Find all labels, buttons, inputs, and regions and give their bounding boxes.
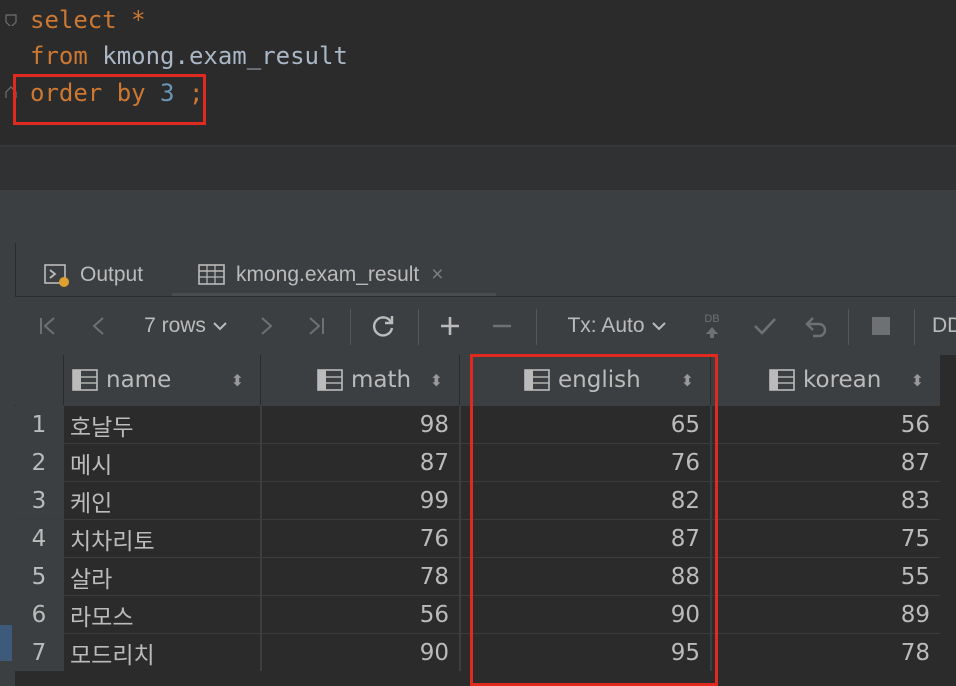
tab-exam-result[interactable]: kmong.exam_result × <box>198 255 444 295</box>
toolbar-separator <box>536 309 537 345</box>
first-page-icon[interactable] <box>34 309 62 343</box>
chevron-down-icon <box>651 322 666 331</box>
row-number[interactable]: 2 <box>15 444 63 482</box>
chevron-down-icon <box>213 322 227 331</box>
db-commit-icon[interactable]: DB <box>698 309 726 343</box>
sort-icon[interactable]: ⬍ <box>430 371 443 390</box>
row-count-dropdown[interactable]: 7 rows <box>136 309 236 343</box>
next-page-icon[interactable] <box>254 309 278 343</box>
order-by-highlight-box <box>13 74 206 125</box>
table-cell-math[interactable]: 78 <box>262 558 459 596</box>
table-cell-math[interactable]: 56 <box>262 596 459 634</box>
table-cell-math[interactable]: 98 <box>262 406 459 444</box>
status-band <box>0 147 956 190</box>
column-icon <box>72 369 98 391</box>
table-cell-korean[interactable]: 55 <box>712 558 940 596</box>
table-cell-math[interactable]: 87 <box>262 444 459 482</box>
commit-check-icon[interactable] <box>750 309 780 343</box>
fold-start-icon[interactable] <box>5 14 17 26</box>
table-cell-korean[interactable]: 87 <box>712 444 940 482</box>
sort-icon[interactable]: ⬍ <box>231 371 244 390</box>
column-header-math[interactable]: math ⬍ <box>261 355 459 405</box>
table-cell-name[interactable]: 치차리토 <box>64 520 260 558</box>
delete-row-icon[interactable] <box>488 309 516 343</box>
sort-icon[interactable]: ⬍ <box>911 371 924 390</box>
row-number-header <box>15 355 63 405</box>
tool-window-header <box>0 190 956 243</box>
stop-icon[interactable] <box>866 309 896 343</box>
toolbar-separator <box>350 309 351 345</box>
row-number[interactable]: 6 <box>15 596 63 634</box>
add-row-icon[interactable] <box>436 309 464 343</box>
table-cell-korean[interactable]: 89 <box>712 596 940 634</box>
left-gutter <box>0 243 16 686</box>
toolbar-separator <box>914 309 915 345</box>
tab-output-label: Output <box>80 263 144 286</box>
table-cell-name[interactable]: 살라 <box>64 558 260 596</box>
table-cell-korean[interactable]: 75 <box>712 520 940 558</box>
table-cell-math[interactable]: 90 <box>262 634 459 672</box>
transaction-mode-dropdown[interactable]: Tx: Auto <box>558 309 676 343</box>
table-cell-korean[interactable]: 56 <box>712 406 940 444</box>
table-cell-korean[interactable]: 83 <box>712 482 940 520</box>
table-cell-name[interactable]: 라모스 <box>64 596 260 634</box>
code-line-1: select * <box>30 6 146 34</box>
column-header-name[interactable]: name ⬍ <box>64 355 260 405</box>
table-cell-name[interactable]: 모드리치 <box>64 634 260 672</box>
toolbar-separator <box>418 309 419 345</box>
english-column-highlight-box <box>470 354 718 686</box>
toolbar-separator <box>848 309 849 345</box>
refresh-icon[interactable] <box>368 309 400 343</box>
table-cell-math[interactable]: 76 <box>262 520 459 558</box>
row-number[interactable]: 4 <box>15 520 63 558</box>
table-icon <box>198 264 225 285</box>
close-tab-icon[interactable]: × <box>431 263 443 287</box>
row-count-label: 7 rows <box>144 314 206 337</box>
column-header-label: name <box>106 367 172 393</box>
rollback-icon[interactable] <box>802 309 832 343</box>
column-icon <box>317 369 343 391</box>
column-header-korean[interactable]: korean ⬍ <box>711 355 940 405</box>
row-number[interactable]: 5 <box>15 558 63 596</box>
code-line-2: from kmong.exam_result <box>30 42 348 70</box>
table-cell-name[interactable]: 케인 <box>64 482 260 520</box>
table-cell-name[interactable]: 메시 <box>64 444 260 482</box>
column-header-label: math <box>351 367 412 393</box>
gutter-marker <box>0 625 12 661</box>
ddl-label: DD <box>932 314 956 337</box>
last-page-icon[interactable] <box>302 309 330 343</box>
db-label: DB <box>704 312 720 325</box>
tab-exam-result-label: kmong.exam_result <box>236 263 420 286</box>
table-cell-name[interactable]: 호날두 <box>64 406 260 444</box>
row-number[interactable]: 7 <box>15 634 63 672</box>
grid-right-edge <box>940 355 956 686</box>
column-header-label: korean <box>803 367 882 393</box>
previous-page-icon[interactable] <box>86 309 112 343</box>
row-number[interactable]: 1 <box>15 406 63 444</box>
column-icon <box>769 369 795 391</box>
console-icon <box>44 264 69 287</box>
transaction-mode-label: Tx: Auto <box>567 314 645 337</box>
table-cell-korean[interactable]: 78 <box>712 634 940 672</box>
row-number[interactable]: 3 <box>15 482 63 520</box>
ddl-button[interactable]: DD <box>932 309 956 343</box>
table-cell-math[interactable]: 99 <box>262 482 459 520</box>
tab-output[interactable]: Output <box>44 255 143 295</box>
